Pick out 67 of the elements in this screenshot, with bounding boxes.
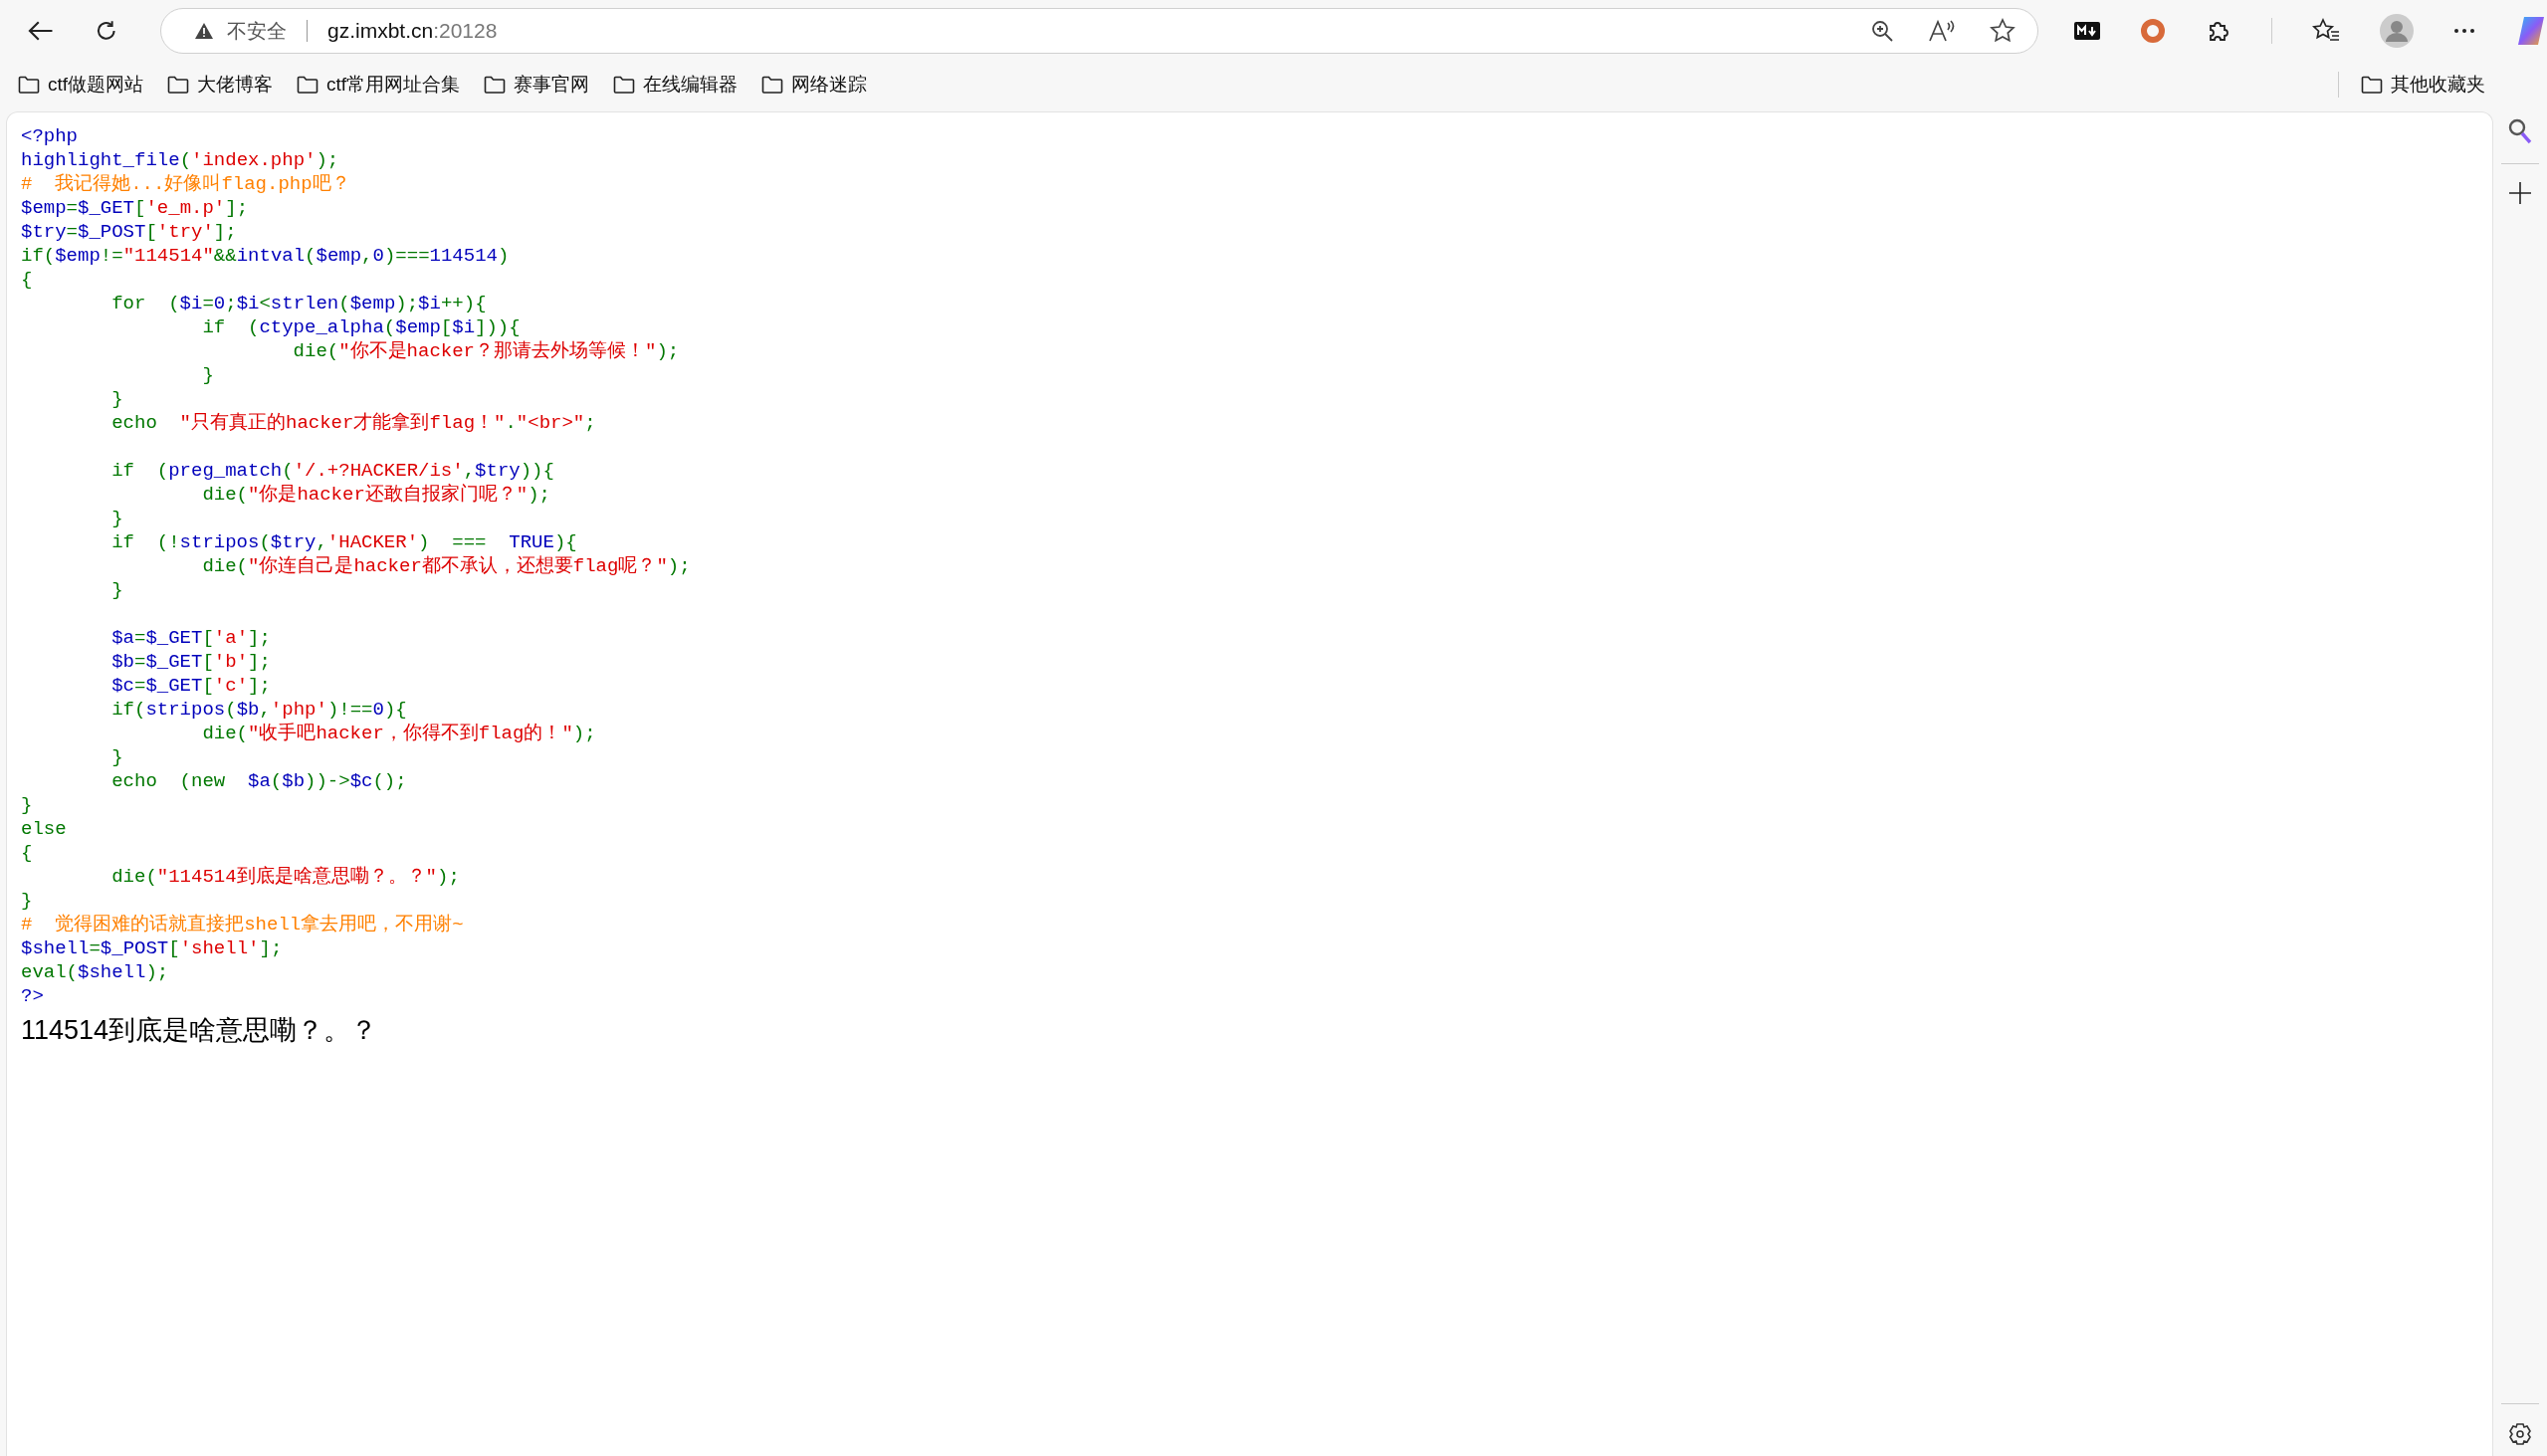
code-line: echo (new $a($b))->$c(); (111, 770, 407, 792)
read-aloud-icon[interactable] (1928, 19, 1956, 43)
code-line: if(stripos($b,'php')!==0){ (111, 699, 407, 721)
code-line: } (202, 364, 214, 386)
code-line: { (21, 269, 33, 291)
code-line: } (111, 579, 123, 601)
folder-icon (167, 76, 190, 94)
code-line: $emp=$_GET['e_m.p']; (21, 197, 249, 219)
security-label: 不安全 (226, 18, 287, 44)
bookmark-item[interactable]: 在线编辑器 (611, 68, 741, 102)
code-line: die("你是hacker还敢自报家门呢？"); (202, 484, 551, 506)
code-line: # 我记得她...好像叫flag.php吧？ (21, 173, 350, 195)
code-line: eval($shell); (21, 961, 169, 983)
warning-icon (194, 23, 213, 39)
code-line: { (21, 842, 33, 864)
code-line: if (preg_match('/.+?HACKER/is',$try)){ (111, 460, 554, 482)
folder-icon (613, 76, 636, 94)
code-line: } (21, 794, 33, 816)
code-line: for ($i=0;$i<strlen($emp);$i++){ (111, 293, 487, 314)
code-line: ?> (21, 985, 44, 1007)
avatar-icon[interactable] (2380, 14, 2414, 48)
url-text: gz.imxbt.cn:20128 (326, 19, 498, 43)
folder-icon (761, 76, 784, 94)
code-line: die("你连自己是hacker都不承认，还想要flag呢？"); (202, 555, 691, 577)
bookmark-item[interactable]: ctf做题网站 (16, 68, 146, 102)
code-line: $b=$_GET['b']; (111, 651, 271, 673)
code-line: $try=$_POST['try']; (21, 221, 237, 243)
code-line: die("收手吧hacker，你得不到flag的！"); (202, 723, 596, 744)
favorites-icon[interactable] (2312, 18, 2340, 44)
code-line: $c=$_GET['c']; (111, 675, 271, 697)
code-line: echo "只有真正的hacker才能拿到flag！"."<br>"; (111, 412, 596, 434)
copilot-icon[interactable] (2515, 15, 2547, 47)
markdown-icon[interactable] (2074, 22, 2100, 40)
code-line: highlight_file('index.php'); (21, 149, 339, 171)
code-line: if($emp!="114514"&&intval($emp,0)===114514) (21, 245, 510, 267)
output-text: 114514到底是啥意思嘞？。？ (21, 1014, 378, 1047)
code-line: die("114514到底是啥意思嘞？。？"); (111, 866, 460, 888)
folder-icon (2361, 76, 2383, 94)
other-bookmarks-item[interactable]: 其他收藏夹 (2359, 68, 2487, 102)
bookmark-item[interactable]: 大佬博客 (165, 68, 276, 102)
search-icon[interactable] (2507, 117, 2533, 145)
code-line: # 觉得困难的话就直接把shell拿去用吧，不用谢~ (21, 914, 464, 936)
back-icon[interactable] (28, 20, 54, 42)
more-icon[interactable] (2453, 28, 2475, 34)
code-line: } (111, 388, 123, 410)
settings-icon[interactable] (2508, 1422, 2532, 1446)
code-line: die("你不是hacker？那请去外场等候！"); (293, 340, 680, 362)
code-line: } (111, 746, 123, 768)
code-line: if (!stripos($try,'HACKER') === TRUE){ (111, 531, 577, 553)
bookmark-item[interactable]: ctf常用网址合集 (295, 68, 463, 102)
code-line: else (21, 818, 67, 840)
bookmark-item[interactable]: 赛事官网 (482, 68, 592, 102)
code-line: $shell=$_POST['shell']; (21, 937, 283, 959)
address-field[interactable]: 不安全 gz.imxbt.cn:20128 (159, 8, 2038, 54)
code-line: $a=$_GET['a']; (111, 627, 271, 649)
add-icon[interactable] (2509, 182, 2531, 204)
zoom-icon[interactable] (1870, 19, 1894, 43)
folder-icon (18, 76, 40, 94)
bookmark-item[interactable]: 网络迷踪 (759, 68, 870, 102)
code-line: if (ctype_alpha($emp[$i])){ (202, 316, 521, 338)
code-line: } (111, 508, 123, 529)
code-line: } (21, 890, 33, 912)
circle-icon[interactable] (2140, 18, 2166, 44)
folder-icon (297, 76, 319, 94)
star-icon[interactable] (1990, 18, 2016, 44)
folder-icon (484, 76, 507, 94)
code-line: <?php (21, 125, 78, 147)
